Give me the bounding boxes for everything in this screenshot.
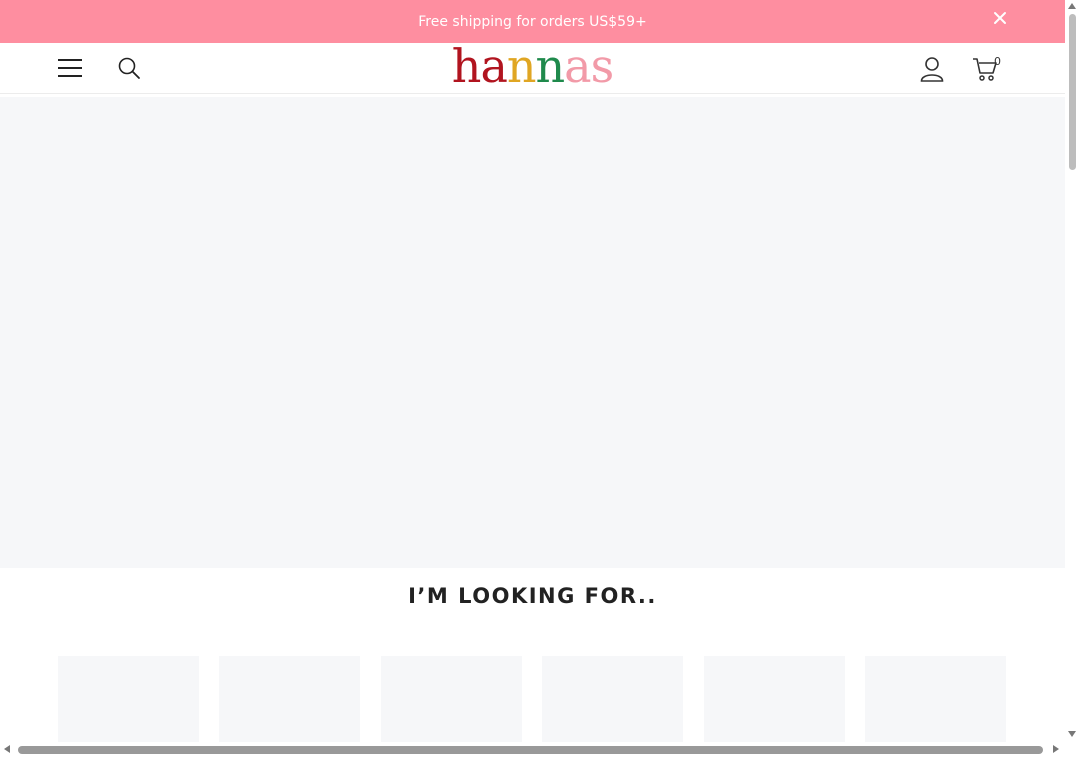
site-header: hannas 0 xyxy=(0,41,1065,94)
site-logo[interactable]: hannas xyxy=(0,41,1065,91)
logo-letter: a xyxy=(480,39,507,93)
logo-letter: s xyxy=(590,39,615,93)
close-icon[interactable] xyxy=(993,11,1007,25)
vertical-scroll-thumb[interactable] xyxy=(1069,14,1076,170)
category-tile[interactable] xyxy=(542,656,683,744)
logo-letter: n xyxy=(506,39,537,93)
section-title: I’M LOOKING FOR.. xyxy=(408,584,657,608)
category-tile[interactable] xyxy=(704,656,845,744)
scroll-right-arrow-icon[interactable] xyxy=(1053,745,1059,753)
announcement-text: Free shipping for orders US$59+ xyxy=(418,13,647,30)
horizontal-scrollbar[interactable] xyxy=(0,742,1065,757)
category-tile[interactable] xyxy=(219,656,360,744)
scroll-down-arrow-icon[interactable] xyxy=(1068,731,1076,737)
hero-banner-placeholder[interactable] xyxy=(0,97,1065,568)
cart-count: 0 xyxy=(994,55,1001,68)
logo-letter: h xyxy=(451,39,482,93)
scrollbar-corner xyxy=(1065,742,1080,757)
logo-letter: a xyxy=(564,39,591,93)
horizontal-scroll-thumb[interactable] xyxy=(18,746,1043,754)
category-tile[interactable] xyxy=(58,656,199,744)
category-tile[interactable] xyxy=(381,656,522,744)
announcement-bar: Free shipping for orders US$59+ xyxy=(0,0,1065,43)
scroll-up-arrow-icon[interactable] xyxy=(1068,3,1076,9)
logo-letter: n xyxy=(535,39,566,93)
category-tile[interactable] xyxy=(865,656,1006,744)
user-icon[interactable] xyxy=(920,56,944,82)
vertical-scrollbar[interactable] xyxy=(1065,0,1080,742)
scroll-left-arrow-icon[interactable] xyxy=(4,745,10,753)
category-row xyxy=(58,656,1007,744)
